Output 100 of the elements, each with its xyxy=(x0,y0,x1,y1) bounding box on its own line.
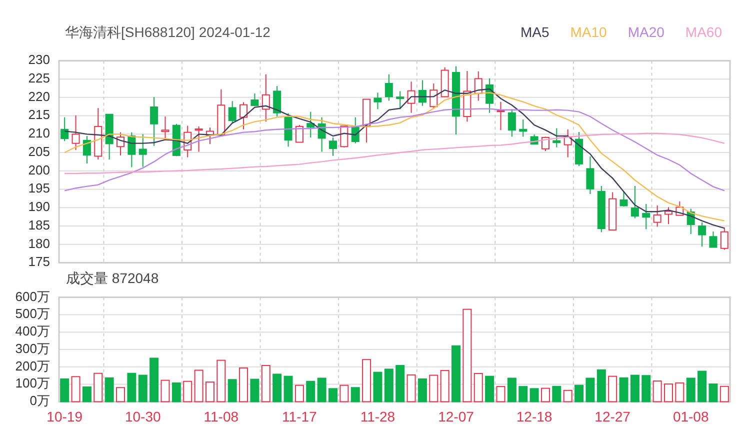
volume-bar xyxy=(183,380,192,402)
candlestick xyxy=(686,208,695,235)
candlestick xyxy=(206,127,214,145)
candlestick xyxy=(597,185,606,233)
candlestick xyxy=(161,116,170,141)
volume-bar xyxy=(250,378,260,402)
axis-label: 0万 xyxy=(30,393,50,408)
candlestick xyxy=(698,222,706,248)
candlestick xyxy=(329,136,337,156)
volume-bar xyxy=(708,383,718,402)
volume-bar xyxy=(396,365,405,402)
candlestick xyxy=(463,70,472,122)
axis-label: 100万 xyxy=(15,376,50,391)
candlestick xyxy=(184,125,192,158)
candlestick xyxy=(250,92,259,106)
date-label: 11-08 xyxy=(204,408,239,425)
axis-label: 205 xyxy=(28,144,50,159)
volume-bar xyxy=(429,374,438,402)
axis-label: 230 xyxy=(28,52,50,68)
volume-bar xyxy=(261,365,270,402)
date-label: 12-27 xyxy=(594,408,630,425)
volume-bar xyxy=(82,386,92,402)
candlestick xyxy=(217,88,226,136)
volume-bar xyxy=(340,384,349,402)
volume-bar xyxy=(440,370,450,402)
candlestick xyxy=(676,200,684,216)
volume-bar xyxy=(272,374,282,402)
volume-bar xyxy=(294,384,304,402)
axis-label: 220 xyxy=(28,88,50,104)
date-label: 12-07 xyxy=(438,408,474,425)
candlestick xyxy=(620,190,628,207)
candlestick xyxy=(306,111,315,138)
candlestick xyxy=(486,78,494,114)
volume-bar xyxy=(306,380,316,402)
candlestick xyxy=(642,203,650,230)
volume-bar xyxy=(474,373,483,402)
candlestick xyxy=(318,116,326,152)
volume-bar xyxy=(496,386,506,402)
candlestick xyxy=(407,81,416,114)
candlestick xyxy=(396,90,404,110)
candlestick xyxy=(116,132,124,156)
candlestick xyxy=(351,116,360,144)
volume-bar xyxy=(138,374,148,402)
volume-bar xyxy=(418,378,427,402)
candlestick xyxy=(72,114,80,150)
volume-bar xyxy=(350,387,360,402)
volume-bar xyxy=(160,380,170,402)
candlestick xyxy=(340,126,348,148)
candlestick xyxy=(128,132,136,168)
candlestick xyxy=(430,82,438,110)
axis-label: 185 xyxy=(28,217,50,232)
axis-label: 500万 xyxy=(15,306,50,322)
volume-bar xyxy=(228,379,237,402)
volume-bar xyxy=(518,386,528,402)
axis-label: 600万 xyxy=(15,290,50,304)
volume-bar xyxy=(104,377,114,402)
candlestick xyxy=(105,114,114,160)
legend-label: MA20 xyxy=(628,23,664,41)
candlestick xyxy=(530,134,538,145)
date-label: 12-18 xyxy=(516,408,552,425)
volume-bar xyxy=(563,390,572,402)
candlestick xyxy=(384,74,393,102)
candlestick xyxy=(138,134,147,168)
volume-bar xyxy=(485,376,494,402)
volume-bar xyxy=(284,376,293,402)
date-label: 11-17 xyxy=(282,408,317,425)
volume-bar xyxy=(127,372,136,402)
axis-label: 190 xyxy=(28,199,50,214)
legend-label: MA5 xyxy=(520,23,550,41)
candlestick xyxy=(262,74,270,122)
candlestick xyxy=(273,86,282,118)
volume-title: 成交量 872048 xyxy=(66,270,159,288)
candlestick xyxy=(418,80,426,106)
axis-label: 195 xyxy=(28,180,50,196)
volume-bar xyxy=(720,386,729,402)
volume-bar xyxy=(630,374,640,402)
volume-bar xyxy=(150,358,159,402)
candlestick xyxy=(94,108,102,160)
volume-bar xyxy=(239,367,248,402)
volume-bar xyxy=(686,378,696,402)
candlestick xyxy=(508,108,516,138)
candlestick xyxy=(228,100,236,124)
date-label: 10-19 xyxy=(46,408,82,425)
axis-label: 180 xyxy=(28,236,50,251)
candlestick xyxy=(575,131,584,167)
candlestick xyxy=(720,226,728,250)
volume-bar xyxy=(574,384,584,402)
volume-bar xyxy=(373,372,382,402)
volume-bar xyxy=(60,378,70,402)
candlestick xyxy=(452,66,460,136)
volume-bar xyxy=(619,377,628,402)
axis-label: 210 xyxy=(28,126,50,141)
candlestick xyxy=(194,126,203,152)
candlestick xyxy=(709,230,718,248)
candlestick xyxy=(284,112,292,148)
candlestick xyxy=(172,123,180,157)
candlestick xyxy=(374,92,382,110)
candlestick xyxy=(474,70,482,102)
legend-label: MA60 xyxy=(685,23,722,41)
candlestick xyxy=(586,156,594,195)
